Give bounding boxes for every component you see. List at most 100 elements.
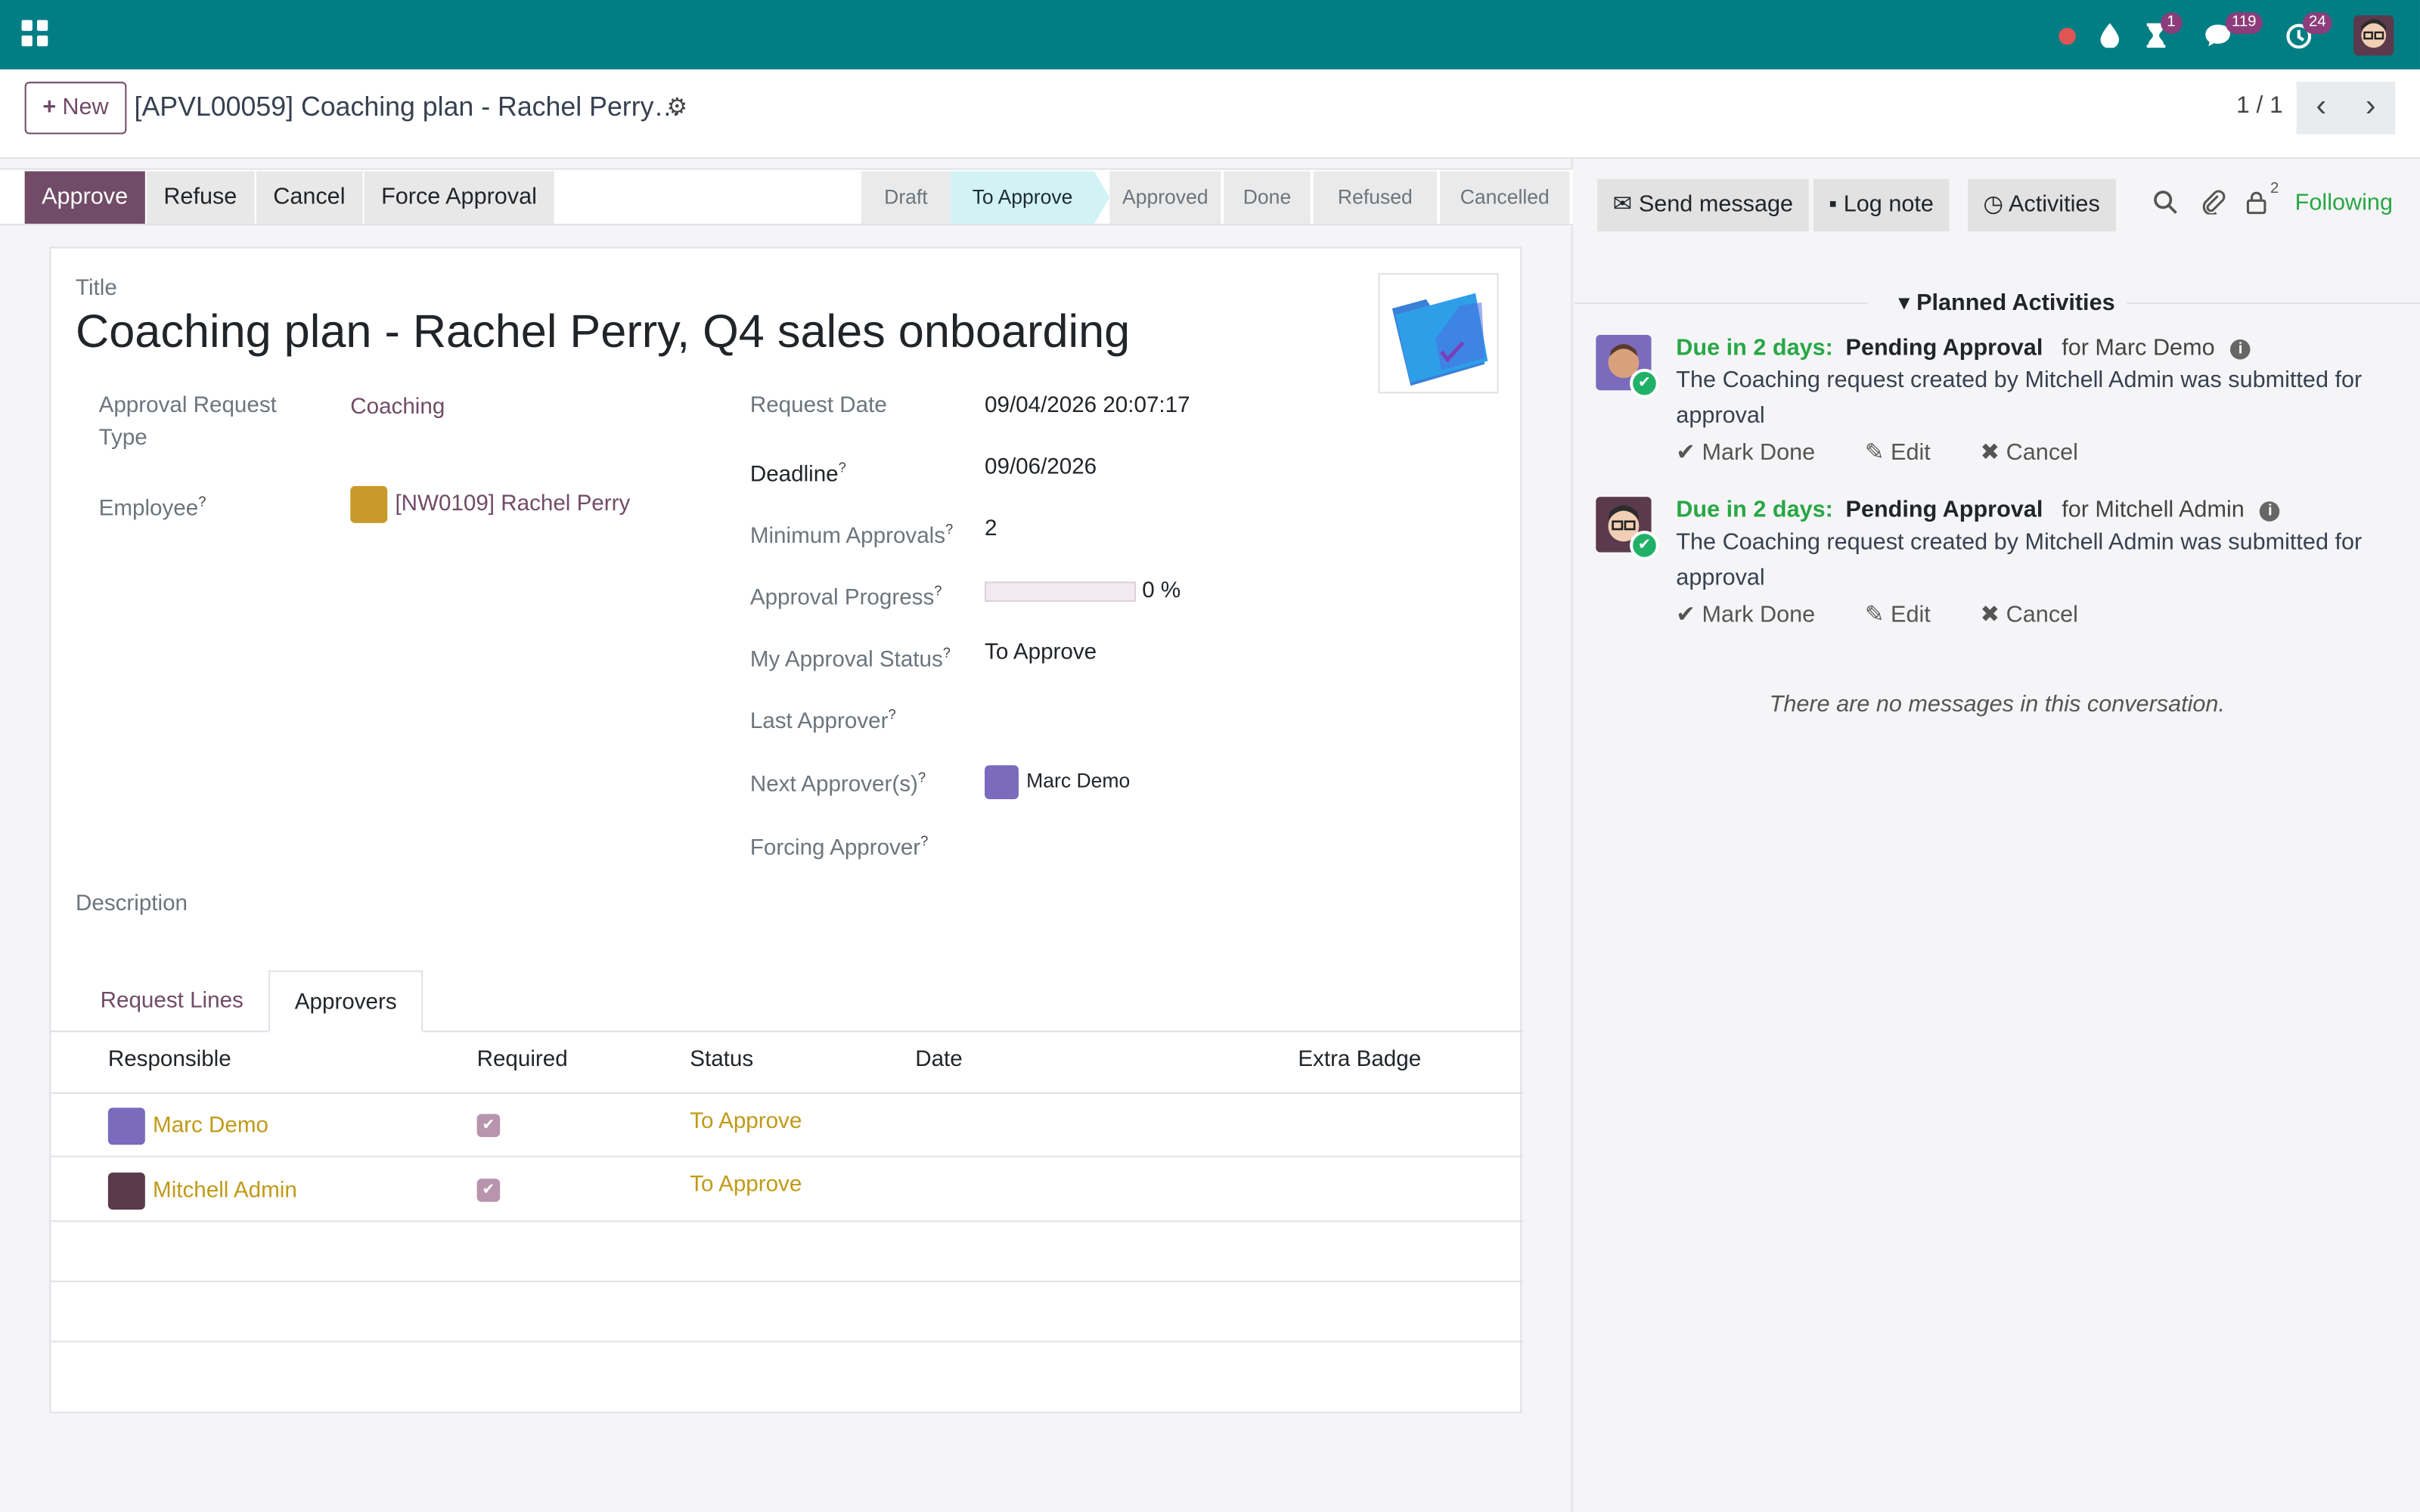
help-mark[interactable]: ? <box>945 522 953 537</box>
column-required[interactable]: Required <box>477 1048 568 1073</box>
approvers-table-header: Responsible Required Status Date Extra B… <box>51 1032 1524 1094</box>
due-text: Due in 2 days: <box>1676 334 1833 361</box>
activity-header: Due in 2 days: Pending Approval for Marc… <box>1676 335 2251 361</box>
deadline-label-text: Deadline <box>749 462 839 488</box>
edit-button[interactable]: ✎ Edit <box>1865 440 1953 466</box>
statusbar: Approve Refuse Cancel Force Approval Dra… <box>0 168 1573 225</box>
employee-value[interactable]: [NW0109] Rachel Perry <box>350 485 630 523</box>
form-area: Approve Refuse Cancel Force Approval Dra… <box>0 159 1573 1512</box>
responsible-cell[interactable]: Marc Demo <box>107 1108 268 1145</box>
column-status[interactable]: Status <box>690 1048 753 1073</box>
column-extra-badge[interactable]: Extra Badge <box>1298 1048 1421 1073</box>
apps-icon[interactable] <box>21 20 48 47</box>
recording-dot-icon[interactable] <box>2049 18 2083 52</box>
clock-badge: 24 <box>2302 12 2332 34</box>
type-value[interactable]: Coaching <box>350 395 445 420</box>
cancel-activity-button[interactable]: ✖ Cancel <box>1980 602 2099 628</box>
mark-done-label: Mark Done <box>1702 601 1816 628</box>
new-button-label: New <box>62 94 109 121</box>
cancel-label: Cancel <box>2006 439 2078 466</box>
help-mark[interactable]: ? <box>943 645 951 660</box>
next-approver-label-text: Next Approver(s) <box>749 773 918 798</box>
tab-approvers[interactable]: Approvers <box>268 970 424 1033</box>
approve-button[interactable]: Approve <box>24 171 145 224</box>
help-mark[interactable]: ? <box>198 494 206 509</box>
refuse-button[interactable]: Refuse <box>146 171 254 224</box>
marc-demo-avatar <box>985 765 1019 800</box>
title-field[interactable]: Coaching plan - Rachel Perry, Q4 sales o… <box>76 307 1130 359</box>
mark-done-button[interactable]: ✔ Mark Done <box>1676 440 1836 466</box>
planned-activities-toggle[interactable]: ▾ Planned Activities <box>1898 289 2114 317</box>
stage-arrow <box>1094 171 1110 224</box>
cancel-activity-button[interactable]: ✖ Cancel <box>1980 440 2099 466</box>
next-approver-value[interactable]: Marc Demo <box>985 765 1130 800</box>
activity-actions: ✔ Mark Done ✎ Edit ✖ Cancel <box>1676 438 2121 466</box>
hourglass-icon[interactable]: 1 <box>2139 12 2182 52</box>
help-mark[interactable]: ? <box>920 833 928 848</box>
last-approver-label: Last Approver? <box>750 699 896 739</box>
log-note-button[interactable]: ▪ Log note <box>1813 178 1950 232</box>
help-mark[interactable]: ? <box>918 770 926 785</box>
required-checkbox[interactable]: ✔ <box>476 1179 501 1202</box>
search-icon[interactable] <box>2153 190 2178 222</box>
app-root: 1 119 24 + New [APVL00059] Coaching plan … <box>0 0 2420 1512</box>
deadline-label: Deadline? <box>750 452 846 492</box>
pager-previous-button[interactable]: ‹ <box>2296 82 2347 135</box>
stage-to-approve[interactable]: To Approve <box>951 171 1094 224</box>
progress-label-text: Approval Progress <box>749 586 935 611</box>
table-row[interactable]: Mitchell Admin ✔ To Approve <box>51 1157 1524 1222</box>
send-message-label: Send message <box>1638 191 1794 218</box>
min-approvals-value[interactable]: 2 <box>985 517 997 542</box>
my-status-label: My Approval Status? <box>750 637 951 677</box>
new-button[interactable]: + New <box>24 82 127 135</box>
last-approver-label-text: Last Approver <box>749 709 889 735</box>
column-date[interactable]: Date <box>915 1048 963 1073</box>
tab-request-lines[interactable]: Request Lines <box>76 971 268 1033</box>
employee-label: Employee? <box>99 486 206 526</box>
stage-refused[interactable]: Refused <box>1313 171 1437 224</box>
edit-button[interactable]: ✎ Edit <box>1865 602 1953 628</box>
my-status-label-text: My Approval Status <box>749 647 943 673</box>
info-icon[interactable]: i <box>2260 500 2281 521</box>
followers-count: 2 <box>2270 180 2279 198</box>
force-approval-button[interactable]: Force Approval <box>364 171 554 224</box>
gear-icon[interactable]: ⚙ <box>667 92 687 120</box>
responsible-cell[interactable]: Mitchell Admin <box>107 1173 297 1210</box>
employee-avatar <box>350 485 388 523</box>
form-sheet: Title Coaching plan - Rachel Perry, Q4 s… <box>49 246 1524 1414</box>
title-label: Title <box>75 276 117 301</box>
send-message-button[interactable]: ✉ Send message <box>1597 178 1809 232</box>
stage-done[interactable]: Done <box>1224 171 1311 224</box>
activity-item: ✔ Due in 2 days: Pending Approval for Mi… <box>1596 497 2398 636</box>
cancel-button[interactable]: Cancel <box>256 171 362 224</box>
followers-icon[interactable]: 2 <box>2245 181 2279 222</box>
required-checkbox[interactable]: ✔ <box>476 1114 501 1138</box>
log-note-label: Log note <box>1843 191 1934 218</box>
forcing-approver-label: Forcing Approver? <box>750 826 929 866</box>
chat-icon[interactable]: 119 <box>2201 12 2263 52</box>
droplet-icon[interactable] <box>2093 18 2127 52</box>
activity-actions: ✔ Mark Done ✎ Edit ✖ Cancel <box>1676 600 2121 628</box>
activity-type: Pending Approval <box>1845 334 2043 361</box>
stage-cancelled[interactable]: Cancelled <box>1440 171 1570 224</box>
deadline-value[interactable]: 09/06/2026 <box>985 455 1097 480</box>
activities-button[interactable]: ◷ Activities <box>1968 178 2116 232</box>
column-responsible[interactable]: Responsible <box>108 1048 231 1073</box>
pager-next-button[interactable]: › <box>2346 82 2396 135</box>
clock-icon[interactable]: 24 <box>2281 12 2332 52</box>
table-row[interactable]: Marc Demo ✔ To Approve <box>51 1094 1524 1157</box>
help-mark[interactable]: ? <box>888 707 895 722</box>
help-mark[interactable]: ? <box>934 583 942 598</box>
mark-done-button[interactable]: ✔ Mark Done <box>1676 602 1836 628</box>
no-messages-text: There are no messages in this conversati… <box>1769 691 2225 717</box>
user-avatar[interactable] <box>2353 15 2394 56</box>
help-mark[interactable]: ? <box>839 460 846 475</box>
activity-item: ✔ Due in 2 days: Pending Approval for Ma… <box>1596 334 2398 474</box>
request-date-value[interactable]: 09/04/2026 20:07:17 <box>985 393 1190 418</box>
info-icon[interactable]: i <box>2230 339 2251 359</box>
pager-value[interactable]: 1 / 1 <box>2236 92 2283 120</box>
paperclip-icon[interactable] <box>2201 190 2226 222</box>
stage-approved[interactable]: Approved <box>1109 171 1221 224</box>
following-toggle[interactable]: Following <box>2295 190 2393 216</box>
stage-draft[interactable]: Draft <box>861 171 951 224</box>
